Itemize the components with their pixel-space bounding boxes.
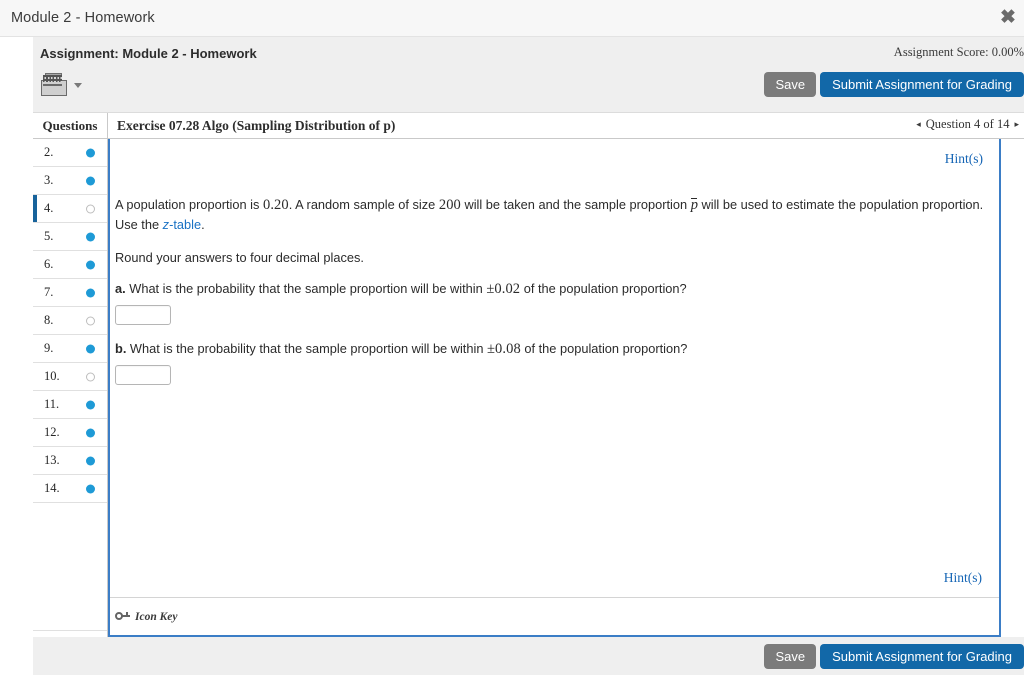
part-a-letter: a. [115,281,126,296]
question-status-dot [86,372,95,381]
question-list-item-number: 2. [44,145,54,159]
question-body: A population proportion is 0.20. A rando… [115,195,993,385]
stem-text-5: . [201,217,205,232]
assignment-header: Assignment: Module 2 - Homework Assignme… [33,37,1024,113]
question-status-dot [86,456,95,465]
assignment-panel: Assignment: Module 2 - Homework Assignme… [33,37,1024,675]
rounding-instruction: Round your answers to four decimal place… [115,250,364,265]
question-list-item[interactable]: 10. [33,363,107,391]
question-navigator: ◂ Question 4 of 14 ▸ [916,117,1019,132]
question-status-dot [86,484,95,493]
part-b-letter: b. [115,341,127,356]
next-question-icon[interactable]: ▸ [1014,120,1019,129]
stem-text-2: . A random sample of size [288,197,439,212]
save-button-bottom[interactable]: Save [764,644,817,669]
hint-link-bottom[interactable]: Hint(s) [944,570,982,586]
assignment-score: Assignment Score: 0.00% [893,45,1024,59]
question-list-sidebar: 2. 3. 4. 5. 6. 7. 8. 9. 10. 11. 12. 13. 14. [33,139,108,637]
sample-size-value: 200 [438,197,461,213]
stem-text-3: will be taken and the sample proportion [460,197,691,212]
question-list-item-number: 4. [44,201,54,215]
question-list-item-number: 10. [44,369,60,383]
part-a-text-after: of the population proportion? [520,281,687,296]
question-status-dot [86,232,95,241]
save-button[interactable]: Save [764,72,817,97]
question-list-item[interactable]: 4. [33,195,107,223]
question-list-item-number: 3. [44,173,54,187]
part-b-text-before: What is the probability that the sample … [126,341,487,356]
question-list-item-number: 12. [44,425,60,439]
question-content-area: Hint(s) A population proportion is 0.20.… [108,139,1024,637]
calculator-tool-button[interactable] [41,73,82,97]
question-status-dot [86,176,95,185]
question-list-item-number: 8. [44,313,54,327]
chevron-down-icon [74,82,82,88]
question-list-item[interactable]: 9. [33,335,107,363]
question-card: Hint(s) A population proportion is 0.20.… [108,139,1001,637]
question-status-dot [86,316,95,325]
part-a-answer-input[interactable] [115,305,171,325]
question-table-body: 2. 3. 4. 5. 6. 7. 8. 9. 10. 11. 12. 13. 14. Hint(s) … [33,139,1024,637]
question-list-item[interactable]: 6. [33,251,107,279]
footer-action-buttons: Save Submit Assignment for Grading [764,644,1024,669]
question-status-dot [86,344,95,353]
key-icon [115,612,130,621]
icon-key-label[interactable]: Icon Key [135,611,177,623]
question-list-item[interactable]: 8. [33,307,107,335]
part-a-margin-value: ±0.02 [486,281,521,297]
sidebar-filler [33,503,107,631]
question-status-dot [86,288,95,297]
question-list-item[interactable]: 13. [33,447,107,475]
question-list-item-number: 11. [44,397,60,411]
window-title: Module 2 - Homework [11,10,155,26]
question-table-header: Questions Exercise 07.28 Algo (Sampling … [33,113,1024,139]
submit-assignment-button[interactable]: Submit Assignment for Grading [820,72,1024,97]
header-action-buttons: Save Submit Assignment for Grading [764,72,1024,97]
stem-text-1: A population proportion is [115,197,263,212]
question-list-item[interactable]: 3. [33,167,107,195]
p-bar-symbol: p [690,197,698,213]
assignment-title: Assignment: Module 2 - Homework [40,46,257,61]
question-list-item-number: 14. [44,481,60,495]
question-table: Questions Exercise 07.28 Algo (Sampling … [33,113,1024,659]
window-titlebar: Module 2 - Homework ✖ [0,0,1024,37]
hint-link-top[interactable]: Hint(s) [945,151,983,167]
close-icon[interactable]: ✖ [997,7,1019,29]
calculator-keyboard-icon [41,73,71,97]
part-a-text-before: What is the probability that the sample … [125,281,487,296]
submit-assignment-button-bottom[interactable]: Submit Assignment for Grading [820,644,1024,669]
exercise-header: Exercise 07.28 Algo (Sampling Distributi… [108,113,1024,138]
footer-action-bar: Save Submit Assignment for Grading [33,637,1024,675]
z-table-link-suffix: -table [169,217,202,232]
question-status-dot [86,204,95,213]
question-list-item[interactable]: 5. [33,223,107,251]
question-list-item-number: 5. [44,229,54,243]
question-list-item-number: 13. [44,453,60,467]
question-counter-label: Question 4 of 14 [925,117,1010,131]
question-list-item-number: 9. [44,341,54,355]
part-b-margin-value: ±0.08 [487,341,521,357]
z-table-link[interactable]: z-table [163,217,201,232]
prev-question-icon[interactable]: ◂ [916,120,921,129]
icon-key-bar: Icon Key [110,597,999,635]
question-list-item[interactable]: 2. [33,139,107,167]
question-list-item[interactable]: 12. [33,419,107,447]
part-b-text-after: of the population proportion? [520,341,688,356]
question-list-item-number: 7. [44,285,54,299]
part-b-answer-input[interactable] [115,365,171,385]
question-status-dot [86,428,95,437]
question-status-dot [86,400,95,409]
questions-column-header: Questions [33,113,108,138]
exercise-title: Exercise 07.28 Algo (Sampling Distributi… [117,117,396,133]
question-list-item-number: 6. [44,257,54,271]
question-status-dot [86,260,95,269]
question-list-item[interactable]: 7. [33,279,107,307]
question-status-dot [86,148,95,157]
question-stem: A population proportion is 0.20. A rando… [115,195,993,234]
question-part-a: a. What is the probability that the samp… [115,281,993,298]
question-list-item[interactable]: 11. [33,391,107,419]
question-part-b: b. What is the probability that the samp… [115,341,993,358]
question-list-item[interactable]: 14. [33,475,107,503]
population-proportion-value: 0.20 [262,197,289,213]
